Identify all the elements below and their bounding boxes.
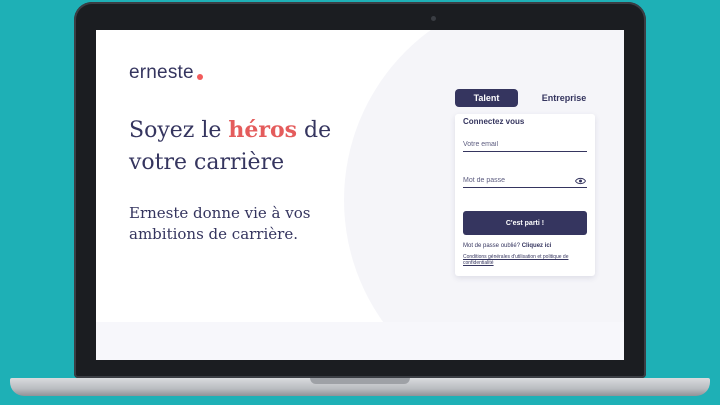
forgot-password: Mot de passe oublié? Cliquez ici (463, 243, 551, 249)
tab-entreprise[interactable]: Entreprise (536, 89, 592, 107)
password-field[interactable] (463, 173, 587, 188)
login-card: Connectez vous C'est parti ! Mot de pass… (455, 114, 595, 276)
brand-logo-dot (197, 74, 203, 80)
login-title: Connectez vous (463, 117, 525, 126)
screen: erneste Soyez le héros de votre carrière… (96, 30, 624, 360)
terms-link[interactable]: Conditions générales d'utilisation et po… (463, 254, 589, 266)
hero-subtitle: Erneste donne vie à vos ambitions de car… (129, 204, 311, 243)
camera-icon (431, 16, 436, 21)
laptop-notch (310, 378, 410, 384)
hero-title-highlight: héros (228, 117, 298, 143)
forgot-password-link[interactable]: Cliquez ici (522, 243, 552, 249)
email-field[interactable] (463, 137, 587, 152)
forgot-password-text: Mot de passe oublié? (463, 243, 521, 249)
bottom-band (96, 322, 624, 360)
hero-title: Soyez le héros de votre carrière (129, 114, 359, 179)
submit-button[interactable]: C'est parti ! (463, 211, 587, 235)
hero-title-before: Soyez le (129, 118, 229, 143)
brand-logo[interactable]: erneste (129, 62, 194, 84)
tab-talent[interactable]: Talent (455, 89, 518, 107)
eye-icon[interactable] (575, 177, 586, 185)
